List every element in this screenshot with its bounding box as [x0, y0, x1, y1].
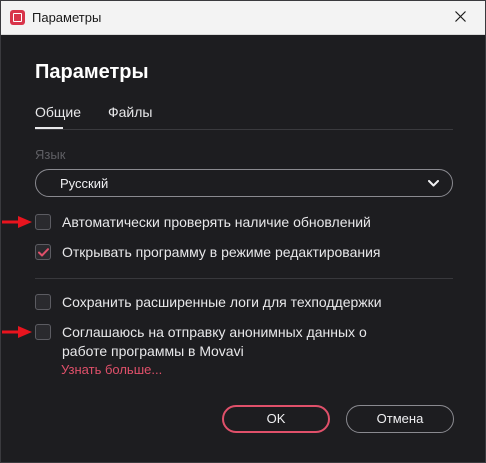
checkmark-icon — [38, 248, 49, 257]
close-icon — [455, 11, 466, 22]
open-editing-checkbox[interactable] — [35, 244, 51, 260]
movavi-app-icon — [10, 10, 25, 25]
window-title: Параметры — [32, 10, 102, 25]
settings-window: Параметры Параметры Общие Файлы Язык Рус… — [0, 0, 486, 463]
ok-button[interactable]: OK — [222, 405, 330, 433]
language-label: Язык — [35, 147, 66, 162]
section-divider — [35, 278, 453, 279]
learn-more-link[interactable]: Узнать больше... — [61, 362, 162, 377]
close-button[interactable] — [439, 1, 483, 33]
extended-logs-checkbox[interactable] — [35, 294, 51, 310]
tab-files[interactable]: Файлы — [108, 104, 152, 120]
tabs-divider — [35, 129, 453, 130]
anonymous-data-checkbox[interactable] — [35, 324, 51, 340]
language-select-value: Русский — [60, 176, 109, 191]
annotation-arrow-icon — [2, 216, 32, 228]
anonymous-data-label-line1: Соглашаюсь на отправку анонимных данных … — [62, 324, 367, 340]
title-bar: Параметры — [1, 1, 485, 35]
language-select[interactable]: Русский — [35, 169, 453, 197]
chevron-down-icon — [428, 180, 439, 187]
auto-update-label: Автоматически проверять наличие обновлен… — [62, 214, 371, 230]
tab-general[interactable]: Общие — [35, 104, 81, 120]
page-title: Параметры — [35, 61, 149, 83]
annotation-arrow-icon — [2, 326, 32, 338]
open-editing-label: Открывать программу в режиме редактирова… — [62, 244, 381, 260]
extended-logs-label: Сохранить расширенные логи для техподдер… — [62, 294, 382, 310]
auto-update-checkbox[interactable] — [35, 214, 51, 230]
anonymous-data-label-line2: работе программы в Movavi — [62, 343, 244, 359]
cancel-button[interactable]: Отмена — [346, 405, 454, 433]
